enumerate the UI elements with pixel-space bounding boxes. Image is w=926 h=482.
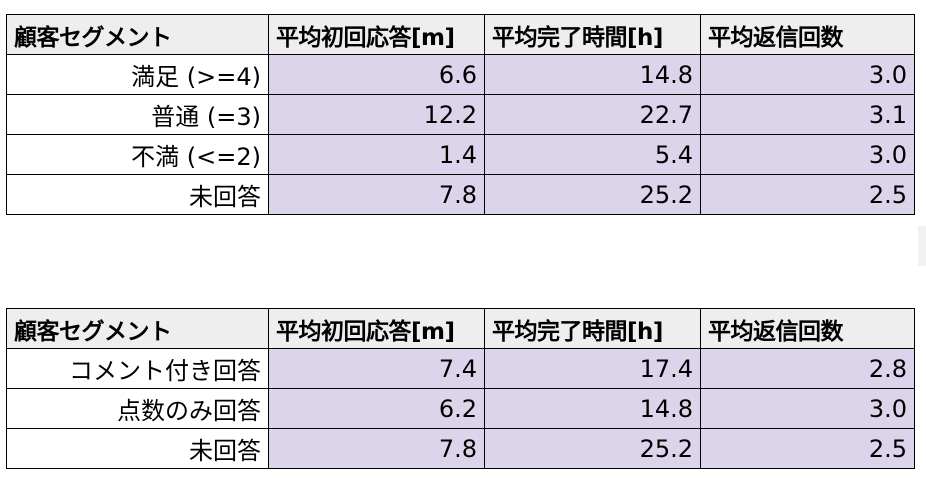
avg-first-response-value: 1.4 (268, 134, 485, 175)
avg-reply-count-value: 3.0 (700, 134, 915, 175)
segment-name: 満足 (>=4) (6, 54, 269, 95)
avg-completion-time-value: 25.2 (484, 174, 701, 215)
table-row: 普通 (=3) 12.2 22.7 3.1 (6, 94, 915, 135)
header-segment: 顧客セグメント (6, 14, 269, 55)
avg-first-response-value: 12.2 (268, 94, 485, 135)
avg-completion-time-value: 22.7 (484, 94, 701, 135)
table-row: 未回答 7.8 25.2 2.5 (6, 174, 915, 215)
header-avg-completion-time: 平均完了時間[h] (484, 308, 701, 349)
response-type-segment-table: 顧客セグメント 平均初回応答[m] 平均完了時間[h] 平均返信回数 コメント付… (6, 308, 915, 469)
table-row: 未回答 7.8 25.2 2.5 (6, 428, 915, 469)
avg-reply-count-value: 2.5 (700, 428, 915, 469)
segment-name: 点数のみ回答 (6, 388, 269, 429)
segment-name: 未回答 (6, 428, 269, 469)
header-segment: 顧客セグメント (6, 308, 269, 349)
avg-reply-count-value: 2.5 (700, 174, 915, 215)
header-row: 顧客セグメント 平均初回応答[m] 平均完了時間[h] 平均返信回数 (6, 308, 915, 349)
avg-completion-time-value: 5.4 (484, 134, 701, 175)
avg-first-response-value: 7.8 (268, 174, 485, 215)
avg-first-response-value: 6.2 (268, 388, 485, 429)
avg-reply-count-value: 3.1 (700, 94, 915, 135)
segment-name: 未回答 (6, 174, 269, 215)
avg-first-response-value: 6.6 (268, 54, 485, 95)
segment-name: 普通 (=3) (6, 94, 269, 135)
table-row: 点数のみ回答 6.2 14.8 3.0 (6, 388, 915, 429)
table-row: 不満 (<=2) 1.4 5.4 3.0 (6, 134, 915, 175)
header-avg-completion-time: 平均完了時間[h] (484, 14, 701, 55)
header-avg-first-response: 平均初回応答[m] (268, 308, 485, 349)
avg-reply-count-value: 2.8 (700, 348, 915, 389)
header-avg-first-response: 平均初回応答[m] (268, 14, 485, 55)
header-avg-reply-count: 平均返信回数 (700, 308, 915, 349)
table-row: コメント付き回答 7.4 17.4 2.8 (6, 348, 915, 389)
avg-completion-time-value: 14.8 (484, 388, 701, 429)
avg-completion-time-value: 14.8 (484, 54, 701, 95)
segment-name: 不満 (<=2) (6, 134, 269, 175)
avg-reply-count-value: 3.0 (700, 54, 915, 95)
header-avg-reply-count: 平均返信回数 (700, 14, 915, 55)
satisfaction-segment-table: 顧客セグメント 平均初回応答[m] 平均完了時間[h] 平均返信回数 満足 (>… (6, 14, 915, 215)
avg-first-response-value: 7.4 (268, 348, 485, 389)
avg-completion-time-value: 25.2 (484, 428, 701, 469)
avg-reply-count-value: 3.0 (700, 388, 915, 429)
segment-name: コメント付き回答 (6, 348, 269, 389)
scroll-indicator (918, 226, 926, 266)
table-row: 満足 (>=4) 6.6 14.8 3.0 (6, 54, 915, 95)
header-row: 顧客セグメント 平均初回応答[m] 平均完了時間[h] 平均返信回数 (6, 14, 915, 55)
avg-completion-time-value: 17.4 (484, 348, 701, 389)
avg-first-response-value: 7.8 (268, 428, 485, 469)
